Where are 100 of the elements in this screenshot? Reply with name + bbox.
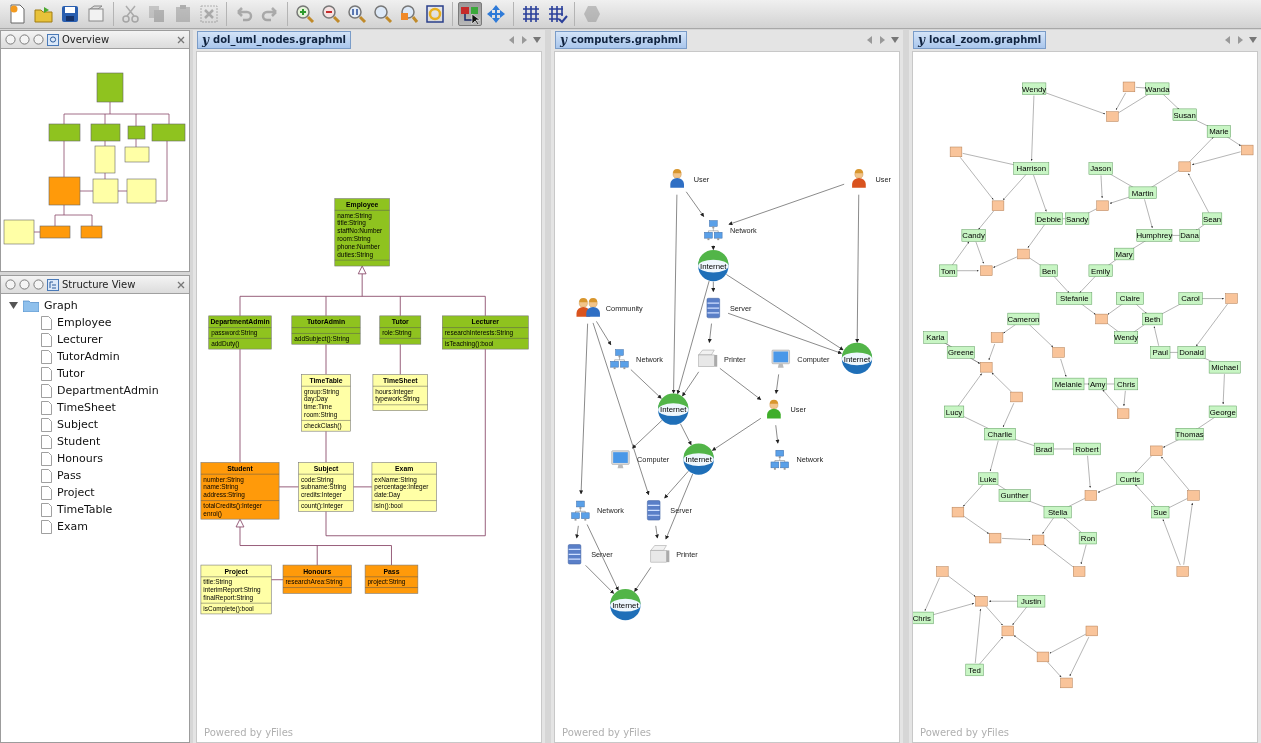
person-node[interactable]: Gunther [998, 489, 1031, 502]
group-node[interactable] [936, 566, 949, 577]
window-control-icon[interactable] [19, 279, 30, 290]
zoom-out-button[interactable] [319, 2, 343, 26]
document-tab[interactable]: y computers.graphml [555, 30, 687, 49]
person-node[interactable]: Donald [1177, 346, 1206, 359]
group-node[interactable] [980, 265, 993, 276]
person-node[interactable]: Robert [1073, 442, 1101, 456]
tree-item[interactable]: Subject [9, 416, 189, 433]
window-control-icon[interactable] [5, 34, 16, 45]
tree-item[interactable]: Student [9, 433, 189, 450]
person-node[interactable]: Stefanie [1056, 292, 1093, 305]
person-node[interactable]: Wendy [1114, 331, 1139, 344]
group-node[interactable] [1073, 566, 1086, 577]
group-node[interactable] [951, 506, 965, 518]
document-tab[interactable]: y dol_uml_nodes.graphml [197, 30, 352, 49]
close-icon[interactable] [177, 280, 185, 289]
person-node[interactable]: Sue [1151, 506, 1170, 519]
tree-item[interactable]: TimeSheet [9, 399, 189, 416]
person-node[interactable]: Humphrey [1136, 229, 1173, 242]
person-node[interactable]: Lucy [944, 405, 965, 418]
window-control-icon[interactable] [19, 34, 30, 45]
tree-item[interactable]: Lecturer [9, 331, 189, 348]
zoom-button[interactable] [371, 2, 395, 26]
expand-icon[interactable] [9, 301, 18, 310]
person-node[interactable]: Debbie [1034, 212, 1063, 225]
next-icon[interactable] [521, 35, 527, 44]
tree-item[interactable]: Honours [9, 450, 189, 467]
dropdown-icon[interactable] [533, 36, 541, 43]
graph-canvas[interactable] [912, 51, 1258, 743]
person-node[interactable]: Luke [978, 472, 999, 485]
group-node[interactable] [1052, 347, 1065, 358]
group-node[interactable] [980, 362, 993, 373]
group-node[interactable] [989, 532, 1002, 544]
person-node[interactable]: Sandy [1065, 212, 1090, 225]
group-node[interactable] [990, 332, 1004, 343]
tree-item[interactable]: Tutor [9, 365, 189, 382]
person-node[interactable]: Mary [1114, 247, 1135, 261]
person-node[interactable]: Candy [961, 229, 986, 242]
person-node[interactable]: Melanie [1052, 377, 1085, 391]
group-node[interactable] [1176, 566, 1189, 577]
person-node[interactable]: Dana [1179, 229, 1200, 242]
group-node[interactable] [1178, 161, 1191, 172]
group-node[interactable] [1010, 391, 1023, 403]
previous-icon[interactable] [867, 35, 873, 44]
group-node[interactable] [1017, 248, 1030, 260]
group-node[interactable] [1096, 200, 1109, 211]
group-node[interactable] [1241, 144, 1254, 156]
dropdown-icon[interactable] [891, 36, 899, 43]
tree-item[interactable]: TimeTable [9, 501, 189, 518]
person-node[interactable]: Ben [1039, 264, 1058, 277]
group-node[interactable] [991, 200, 1005, 211]
person-node[interactable]: Cameron [1007, 312, 1040, 326]
graph-canvas[interactable] [196, 51, 542, 743]
person-node[interactable]: Wanda [1145, 82, 1170, 95]
group-node[interactable] [1060, 677, 1073, 689]
select-button[interactable] [458, 2, 482, 26]
tree-item[interactable]: DepartmentAdmin [9, 382, 189, 399]
person-node[interactable]: Greene [946, 346, 975, 359]
group-node[interactable] [975, 596, 988, 607]
person-node[interactable]: Susan [1172, 108, 1197, 121]
person-node[interactable]: Paul [1150, 346, 1171, 359]
group-node[interactable] [1095, 313, 1108, 325]
person-node[interactable]: Justin [1017, 595, 1046, 608]
fit-button[interactable] [423, 2, 447, 26]
person-node[interactable]: Sean [1202, 212, 1223, 225]
window-control-icon[interactable] [5, 279, 16, 290]
person-node[interactable]: Harrison [1013, 162, 1050, 175]
group-node[interactable] [1106, 111, 1119, 122]
group-node[interactable] [1032, 534, 1045, 546]
person-node[interactable]: Thomas [1175, 428, 1204, 441]
close-icon[interactable] [177, 35, 185, 44]
previous-icon[interactable] [1225, 35, 1231, 44]
zoom-reset-button[interactable] [345, 2, 369, 26]
person-node[interactable]: Wendy [1022, 82, 1047, 95]
tree-item[interactable]: Project [9, 484, 189, 501]
group-node[interactable] [1117, 408, 1130, 419]
group-node[interactable] [1225, 293, 1238, 304]
tree-item[interactable]: TutorAdmin [9, 348, 189, 365]
group-node[interactable] [949, 146, 963, 157]
document-tab[interactable]: y local_zoom.graphml [913, 30, 1047, 49]
zoom-in-button[interactable] [293, 2, 317, 26]
group-node[interactable] [1036, 651, 1050, 663]
person-node[interactable]: Jason [1088, 162, 1113, 175]
group-node[interactable] [1001, 625, 1014, 637]
window-control-icon[interactable] [33, 279, 44, 290]
dropdown-icon[interactable] [1249, 36, 1257, 43]
group-node[interactable] [1085, 625, 1098, 637]
person-node[interactable]: Brad [1033, 442, 1054, 456]
group-node[interactable] [1187, 490, 1200, 501]
person-node[interactable]: Stella [1043, 506, 1072, 519]
person-node[interactable]: Ron [1078, 532, 1097, 545]
person-node[interactable]: Chris [1114, 377, 1138, 391]
person-node[interactable]: George [1208, 405, 1237, 418]
tree-item[interactable]: Graph [9, 297, 189, 314]
tree-item[interactable]: Pass [9, 467, 189, 484]
person-node[interactable]: Amy [1088, 377, 1107, 391]
previous-icon[interactable] [509, 35, 515, 44]
group-node[interactable] [1122, 81, 1136, 93]
person-node[interactable]: Beth [1142, 312, 1163, 326]
